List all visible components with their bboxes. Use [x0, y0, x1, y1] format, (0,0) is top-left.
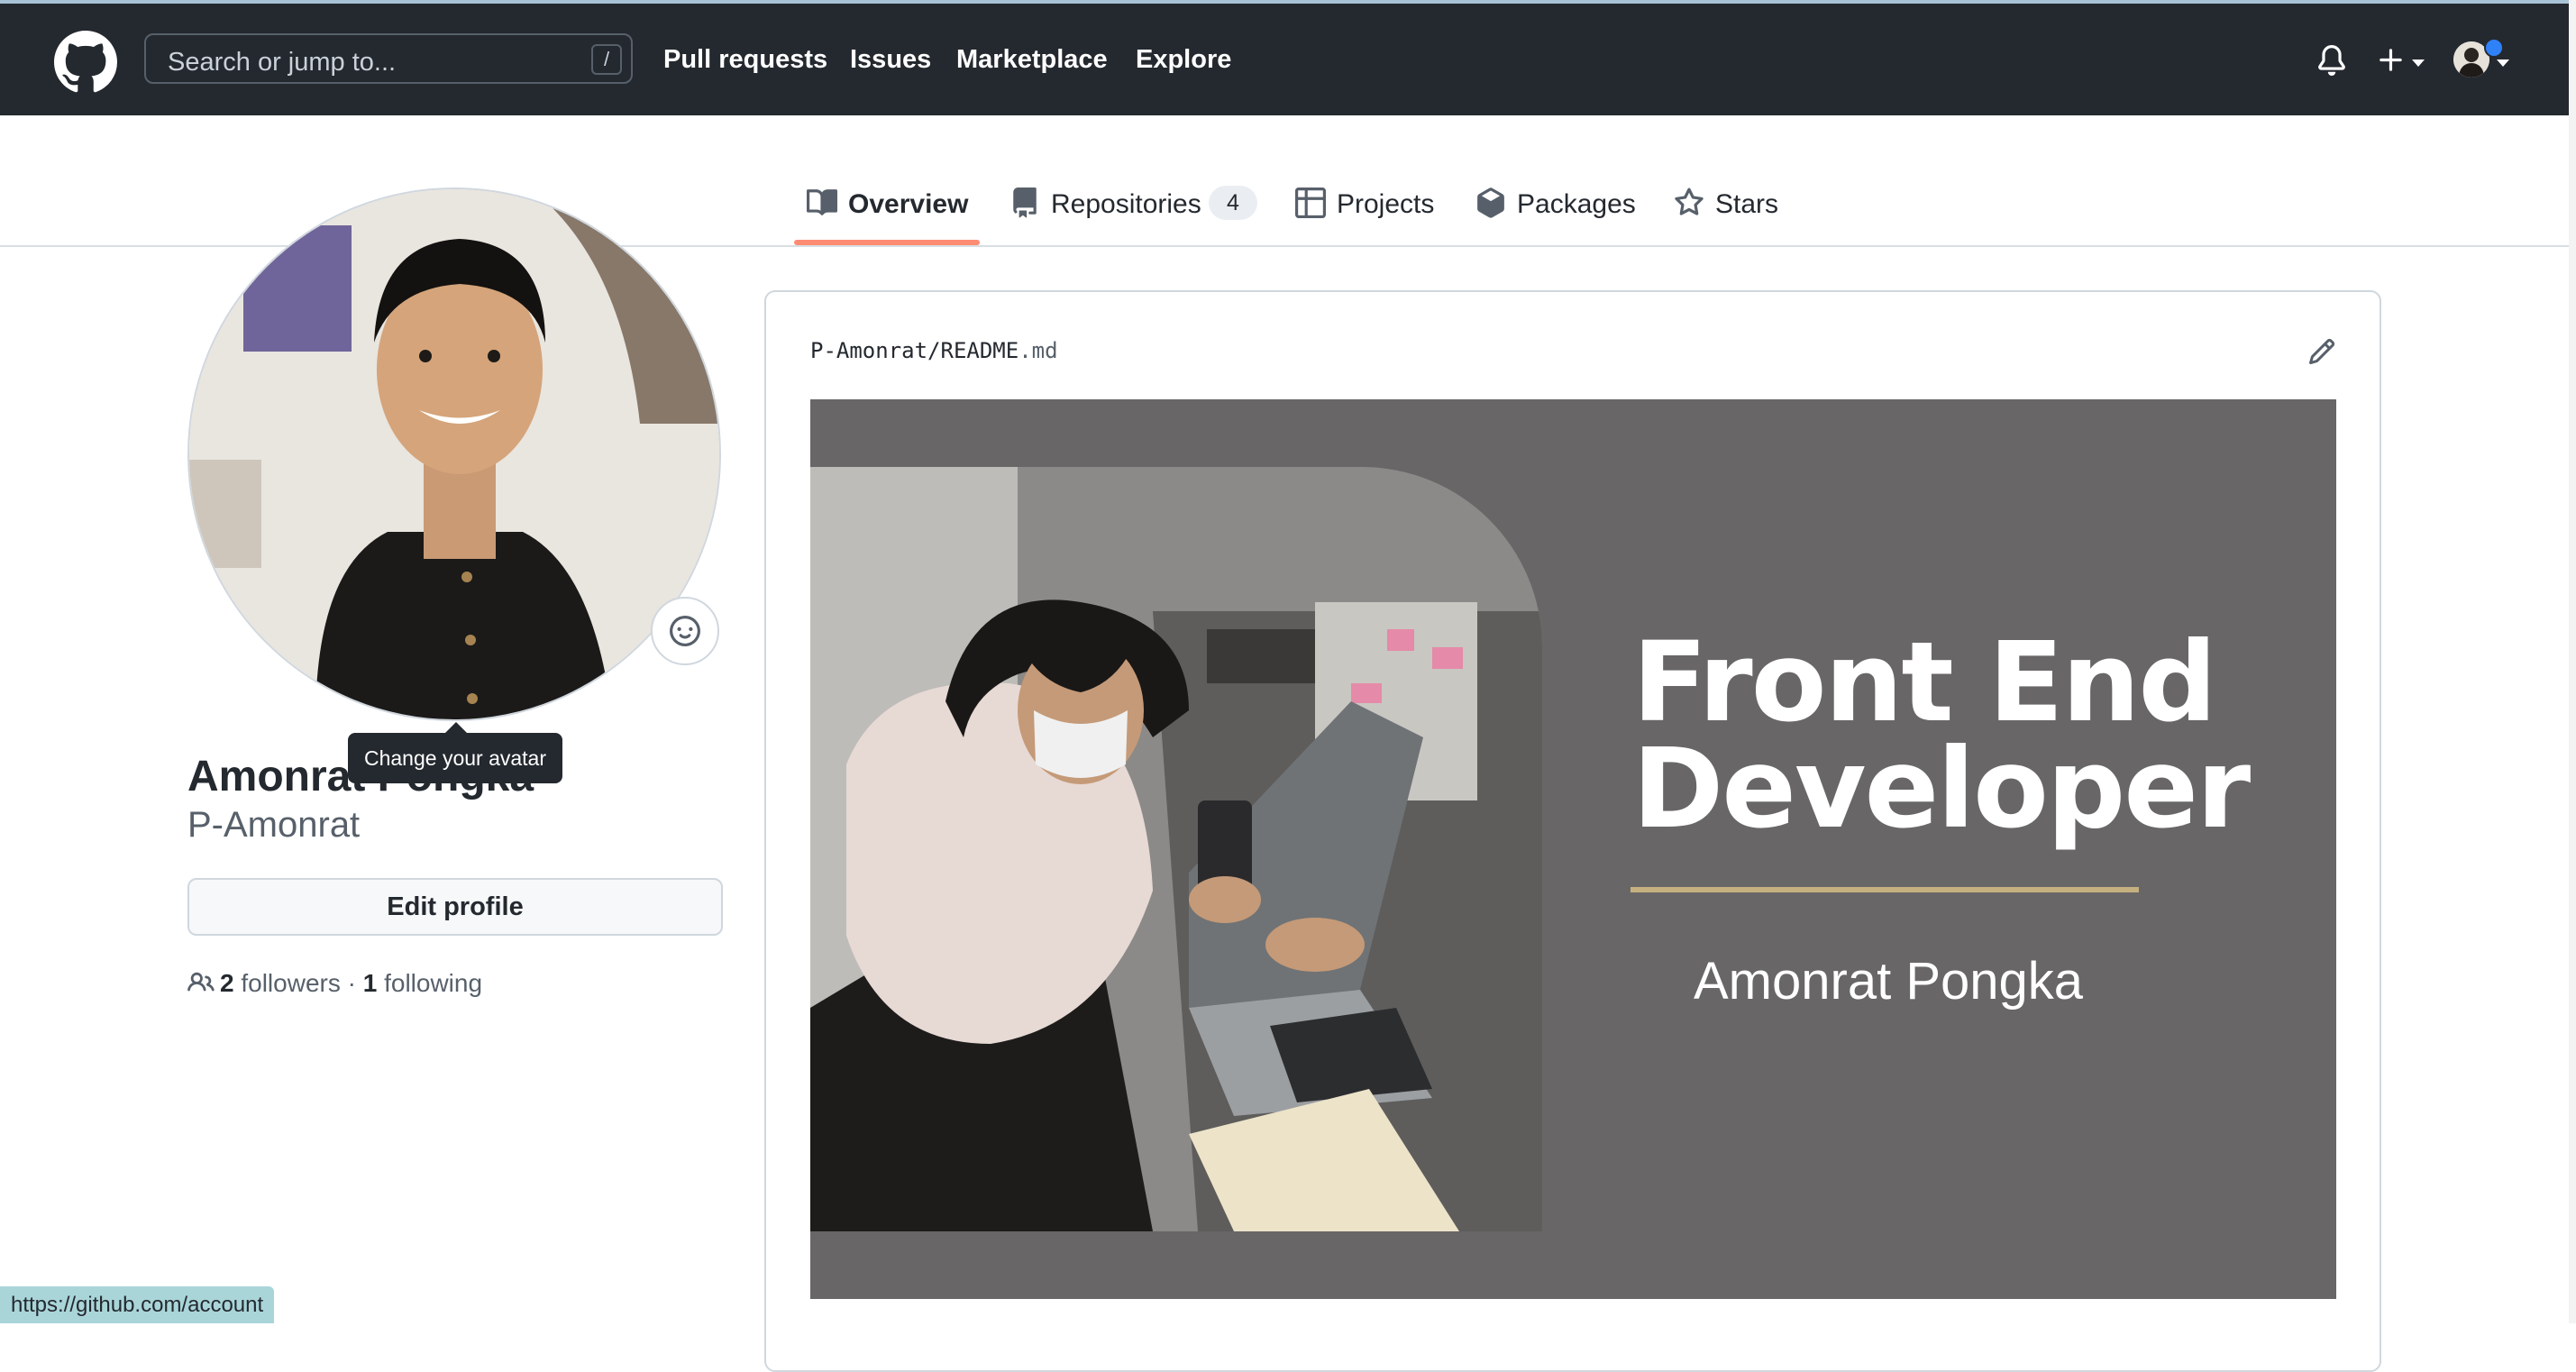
readme-banner-image: Front End Developer Amonrat Pongka [810, 399, 2336, 1299]
smiley-icon [670, 616, 700, 646]
readme-owner[interactable]: P-Amonrat [810, 338, 927, 363]
tab-projects-label: Projects [1337, 189, 1435, 219]
set-status-button[interactable] [651, 597, 719, 665]
readme-path: P-Amonrat/README.md [810, 338, 1058, 363]
global-header: Search or jump to... / Pull requests Iss… [0, 4, 2569, 115]
table-icon [1295, 188, 1326, 218]
tab-repositories-label: Repositories [1051, 189, 1201, 219]
change-avatar-tooltip: Change your avatar [348, 733, 562, 783]
followers-label: followers [241, 969, 341, 997]
follow-separator: · [347, 969, 356, 997]
profile-avatar[interactable] [187, 188, 721, 721]
tab-packages-label: Packages [1517, 189, 1636, 219]
nav-issues[interactable]: Issues [850, 45, 931, 75]
window-scrollbar[interactable] [2569, 0, 2576, 1323]
edit-profile-button[interactable]: Edit profile [187, 878, 723, 936]
github-logo-icon[interactable] [54, 31, 117, 94]
tab-overview-label: Overview [848, 189, 969, 219]
package-icon [1477, 188, 1504, 218]
followers-count: 2 [220, 969, 234, 997]
status-bar-url: https://github.com/account [0, 1286, 275, 1323]
developer-photo-icon [810, 467, 1542, 1231]
profile-username: P-Amonrat [187, 805, 361, 845]
follow-stats: 2 followers · 1 following [187, 969, 482, 998]
search-placeholder: Search or jump to... [168, 48, 397, 77]
banner-divider [1631, 887, 2139, 892]
profile-photo-icon [189, 189, 719, 719]
search-shortcut-key: / [591, 44, 622, 75]
repo-icon [1013, 188, 1037, 218]
create-new-caret-icon[interactable] [2410, 58, 2426, 69]
search-input[interactable]: Search or jump to... / [144, 33, 633, 84]
people-icon [187, 972, 215, 992]
repositories-count-badge: 4 [1209, 186, 1257, 220]
following-count: 1 [362, 969, 378, 997]
tooltip-arrow [445, 722, 467, 733]
readme-ext: .md [1019, 338, 1058, 363]
nav-explore[interactable]: Explore [1136, 45, 1231, 75]
readme-file: README [940, 338, 1019, 363]
banner-title: Front End Developer [1632, 618, 2251, 853]
following-label: following [384, 969, 483, 997]
book-icon [807, 189, 837, 215]
edit-readme-pencil-icon[interactable] [2307, 337, 2336, 366]
create-new-plus-icon[interactable] [2376, 45, 2407, 76]
notification-dot-icon [2484, 38, 2504, 58]
following-link[interactable]: 1 following [363, 969, 482, 997]
nav-pull-requests[interactable]: Pull requests [663, 45, 827, 75]
user-menu-caret-icon[interactable] [2495, 58, 2511, 69]
banner-title-line1: Front End [1632, 618, 2217, 746]
banner-title-line2: Developer [1632, 725, 2251, 853]
tab-stars-label: Stars [1715, 189, 1779, 219]
banner-name: Amonrat Pongka [1694, 952, 2084, 1011]
readme-path-separator: / [927, 338, 941, 363]
notifications-bell-icon[interactable] [2316, 45, 2347, 76]
followers-link[interactable]: 2 followers [220, 969, 341, 997]
nav-marketplace[interactable]: Marketplace [956, 45, 1108, 75]
banner-photo [810, 467, 1542, 1231]
star-icon [1675, 188, 1704, 215]
